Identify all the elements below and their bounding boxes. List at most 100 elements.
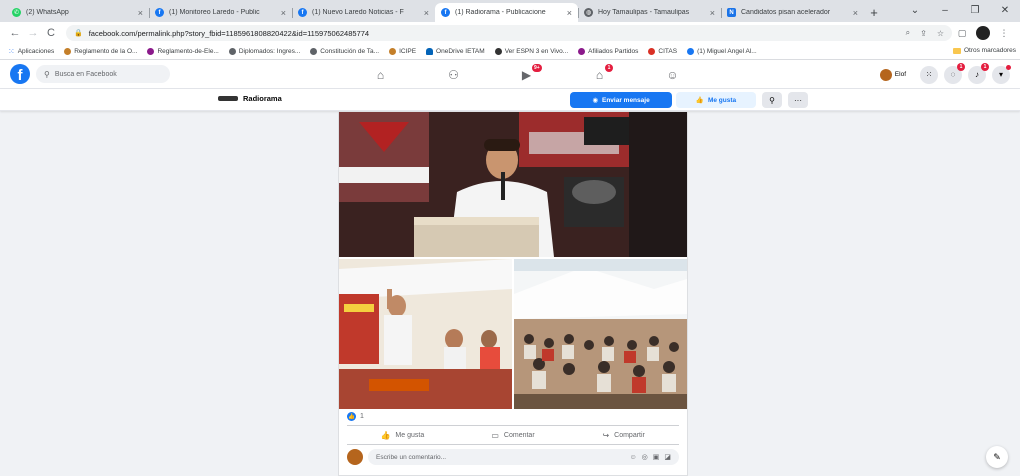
page-like-button[interactable]: 👍 Me gusta: [676, 92, 756, 108]
close-tab-icon[interactable]: ×: [710, 8, 715, 18]
address-bar[interactable]: 🔒 facebook.com/permalink.php?story_fbid=…: [66, 25, 952, 41]
forward-button[interactable]: →: [24, 27, 42, 39]
close-tab-icon[interactable]: ×: [281, 8, 286, 18]
event-audience-image: [514, 259, 687, 409]
bookmark-star-icon[interactable]: ☆: [937, 29, 944, 38]
sidepanel-icon[interactable]: ▢: [952, 28, 972, 39]
bookmark-label: Diplomados: Ingres...: [238, 48, 301, 55]
groups-nav-button[interactable]: ☺: [636, 60, 709, 89]
bell-icon: ♪: [975, 70, 979, 79]
bookmark-label: ICIPE: [399, 48, 417, 55]
tab-radiorama[interactable]: f (1) Radiorama - Publicacione ×: [435, 3, 578, 22]
sticker-icon[interactable]: ◪: [664, 453, 671, 461]
friends-nav-button[interactable]: ⚇: [417, 60, 490, 89]
tab-label: (2) WhatsApp: [26, 9, 69, 16]
bookmark-item[interactable]: Afiliados Partidos: [578, 48, 638, 55]
gif-icon[interactable]: ▣: [653, 453, 660, 461]
close-tab-icon[interactable]: ×: [138, 8, 143, 18]
comment-button[interactable]: ▭ Comentar: [458, 426, 569, 444]
new-message-button[interactable]: ✎: [986, 446, 1008, 468]
other-bookmarks[interactable]: Otros marcadores: [952, 47, 1016, 54]
post-photo-left[interactable]: [339, 259, 512, 409]
camera-icon[interactable]: ◎: [642, 453, 648, 461]
tab-search-icon[interactable]: ⌄: [900, 5, 930, 16]
account-badge-dot: [1006, 64, 1011, 70]
onedrive-icon: [426, 48, 434, 55]
facebook-header: f ⚲ Busca en Facebook ⌂ ⚇ ▶ 9+ ⌂ 1 ☺ Elo…: [0, 60, 1020, 89]
watch-nav-button[interactable]: ▶ 9+: [490, 60, 563, 89]
reaction-summary[interactable]: 👍 1: [347, 412, 364, 421]
bookmark-apps[interactable]: ⁙ Aplicaciones: [8, 47, 54, 56]
close-tab-icon[interactable]: ×: [853, 8, 858, 18]
reload-button[interactable]: C: [42, 27, 60, 39]
tab-whatsapp[interactable]: ✆ (2) WhatsApp ×: [6, 3, 149, 22]
tab-candidatos[interactable]: N Candidatos pisan acelerador ×: [721, 3, 864, 22]
close-window-button[interactable]: ✕: [990, 5, 1020, 16]
bookmark-label: CITAS: [658, 48, 678, 55]
facebook-search-input[interactable]: ⚲ Busca en Facebook: [36, 65, 170, 83]
new-tab-button[interactable]: +: [864, 3, 884, 22]
bookmark-item[interactable]: ICIPE: [389, 48, 416, 55]
bookmark-item[interactable]: CITAS: [648, 48, 677, 55]
share-icon[interactable]: ⇪: [920, 29, 927, 38]
messenger-button[interactable]: ◌ 1: [944, 62, 965, 84]
back-button[interactable]: ←: [6, 27, 24, 39]
profile-chip[interactable]: Elof: [879, 68, 906, 81]
tab-hoy-tamaulipas[interactable]: ◍ Hoy Tamaulipas - Tamaulipas ×: [578, 3, 721, 22]
apps-grid-icon: ⁙: [8, 47, 15, 56]
tab-monitoreo-laredo[interactable]: f (1) Monitoreo Laredo - Public ×: [149, 3, 292, 22]
bookmark-item[interactable]: Constitución de Ta...: [310, 48, 379, 55]
post-photo-right[interactable]: [514, 259, 687, 409]
bookmark-item[interactable]: Reglamento de la O...: [64, 48, 137, 55]
home-nav-button[interactable]: ⌂: [344, 60, 417, 89]
tab-label: Candidatos pisan acelerador: [741, 9, 831, 16]
share-button[interactable]: ↪ Compartir: [568, 426, 679, 444]
notifications-badge: 1: [981, 62, 989, 71]
account-menu-button[interactable]: ▾: [992, 64, 1011, 84]
bookmark-icon: [389, 48, 397, 55]
bookmark-item[interactable]: OneDrive IETAM: [426, 48, 485, 55]
event-tent-image: [339, 259, 512, 409]
marketplace-nav-button[interactable]: ⌂ 1: [563, 60, 636, 89]
bookmark-item[interactable]: Reglamento-de-Ele...: [147, 48, 219, 55]
lock-icon[interactable]: 🔒: [74, 29, 83, 37]
like-button[interactable]: 👍 Me gusta: [347, 426, 458, 444]
close-tab-icon[interactable]: ×: [424, 8, 429, 18]
bookmark-label: (1) Miguel Angel Al...: [697, 48, 757, 55]
bookmark-label: OneDrive IETAM: [436, 48, 485, 55]
facebook-logo[interactable]: f: [10, 64, 30, 84]
bookmark-icon: [578, 48, 586, 55]
post-photo-main[interactable]: [339, 112, 687, 257]
bookmark-label: Aplicaciones: [17, 48, 55, 55]
menu-grid-button[interactable]: ⁙: [920, 65, 938, 84]
emoji-icon[interactable]: ☺: [629, 454, 636, 461]
avatar: [347, 449, 363, 465]
tab-nuevo-laredo-noticias[interactable]: f (1) Nuevo Laredo Noticias - F ×: [292, 3, 435, 22]
page-more-button[interactable]: ···: [788, 92, 808, 108]
comment-input[interactable]: Escribe un comentario... ☺ ◎ ▣ ◪: [368, 449, 679, 465]
page-title[interactable]: Radiorama: [218, 94, 282, 103]
globe-icon: [310, 48, 318, 55]
minimize-button[interactable]: –: [930, 5, 960, 16]
groups-icon: ☺: [666, 67, 679, 82]
bookmark-item[interactable]: Ver ESPN 3 en Vivo...: [494, 48, 568, 55]
page-search-button[interactable]: ⚲: [762, 92, 782, 108]
zoom-icon[interactable]: ⌕: [906, 28, 910, 38]
profile-avatar[interactable]: [976, 26, 990, 40]
whatsapp-icon: ✆: [12, 8, 21, 17]
menu-icon[interactable]: ⋮: [994, 28, 1014, 39]
bookmark-item[interactable]: (1) Miguel Angel Al...: [687, 48, 757, 55]
like-label: Me gusta: [395, 431, 425, 439]
comment-placeholder: Escribe un comentario...: [376, 453, 447, 461]
close-tab-icon[interactable]: ×: [567, 8, 572, 18]
restore-button[interactable]: ❐: [960, 5, 990, 16]
url-text[interactable]: facebook.com/permalink.php?story_fbid=11…: [89, 29, 896, 38]
bookmark-item[interactable]: Diplomados: Ingres...: [228, 48, 301, 55]
facebook-icon: f: [155, 8, 164, 17]
send-message-button[interactable]: ◉ Enviar mensaje: [570, 92, 672, 108]
send-message-label: Enviar mensaje: [601, 96, 650, 104]
home-icon: ⌂: [376, 67, 385, 82]
notifications-button[interactable]: ♪ 1: [968, 62, 989, 84]
bookmark-label: Afiliados Partidos: [588, 48, 639, 55]
user-name: Elof: [894, 71, 906, 78]
